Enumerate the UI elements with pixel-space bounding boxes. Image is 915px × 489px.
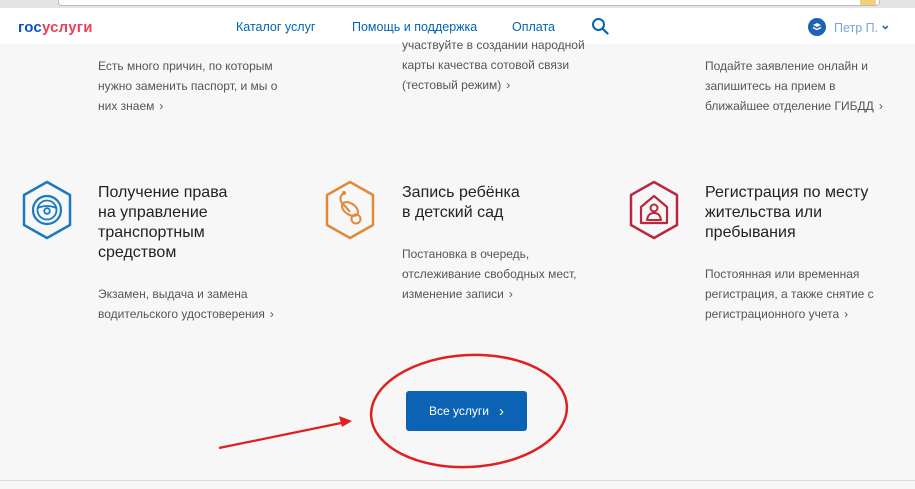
service-desc-registration: Постоянная или временная регистрация, а …: [705, 267, 874, 321]
chevron-right-icon[interactable]: ›: [506, 78, 510, 92]
mobile-coverage-desc: карты качества сотовой связи (тестовый р…: [402, 58, 570, 92]
service-title-driver-license[interactable]: Получение права на управление транспортн…: [98, 183, 227, 263]
footer-divider: [0, 480, 915, 481]
gibdd-service-desc: Подайте заявление онлайн и запишитесь на…: [705, 59, 883, 113]
address-bar-edge: [58, 0, 880, 6]
steering-wheel-icon[interactable]: [19, 179, 75, 241]
all-services-label: Все услуги: [429, 404, 489, 418]
nav-payment-link[interactable]: Оплата: [512, 20, 555, 34]
chevron-right-icon[interactable]: ›: [159, 99, 163, 113]
chevron-right-icon[interactable]: ›: [844, 307, 848, 321]
pacifier-icon[interactable]: [322, 179, 378, 241]
nav-help-link[interactable]: Помощь и поддержка: [352, 20, 477, 34]
house-person-icon[interactable]: [626, 179, 682, 241]
service-desc-driver-license: Экзамен, выдача и замена водительского у…: [98, 287, 274, 321]
annotation-arrow-line: [218, 420, 347, 450]
mobile-coverage-desc-cut: участвуйте в создании народной: [402, 38, 585, 52]
service-desc-kindergarten: Постановка в очередь, отслеживание свобо…: [402, 247, 577, 301]
passport-service-desc: Есть много причин, по которым нужно заме…: [98, 59, 278, 113]
chevron-right-icon[interactable]: ›: [509, 287, 513, 301]
annotation-arrow-head: [339, 416, 352, 427]
user-chevron-icon: ⌄: [880, 17, 891, 32]
user-shield-icon: [808, 18, 826, 36]
chevron-right-icon[interactable]: ›: [879, 99, 883, 113]
user-name: Петр П. ⌄: [834, 17, 891, 35]
user-menu[interactable]: Петр П. ⌄: [808, 18, 891, 36]
search-icon[interactable]: [591, 17, 609, 35]
toolbar-highlight: [860, 0, 876, 5]
service-title-registration[interactable]: Регистрация по месту жительства или преб…: [705, 183, 868, 243]
all-services-button[interactable]: Все услуги ›: [406, 391, 527, 431]
service-title-kindergarten[interactable]: Запись ребёнка в детский сад: [402, 183, 520, 223]
gosuslugi-logo[interactable]: госуслуги: [18, 19, 93, 36]
chevron-right-icon[interactable]: ›: [270, 307, 274, 321]
nav-catalog-link[interactable]: Каталог услуг: [236, 20, 315, 34]
chevron-right-icon: ›: [498, 402, 504, 420]
